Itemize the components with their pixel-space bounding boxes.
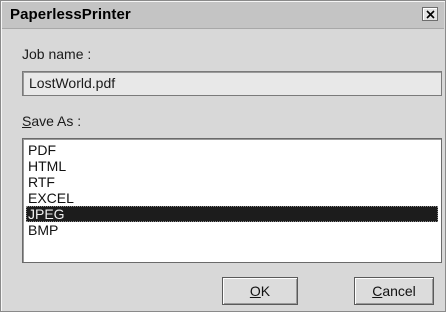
cancel-button[interactable]: Cancel	[354, 277, 434, 305]
close-icon	[426, 10, 435, 19]
close-button[interactable]	[422, 7, 438, 21]
save-as-mnemonic: S	[22, 113, 32, 129]
save-as-label: Save As :	[22, 113, 81, 129]
list-item-jpeg[interactable]: JPEG	[26, 206, 438, 222]
list-item-excel[interactable]: EXCEL	[26, 190, 438, 206]
window-title: PaperlessPrinter	[10, 6, 131, 23]
ok-label-rest: K	[260, 283, 271, 299]
job-name-field: LostWorld.pdf	[22, 71, 442, 96]
title-bar[interactable]: PaperlessPrinter	[2, 2, 444, 29]
save-as-label-rest: ave As :	[31, 113, 82, 129]
list-item-pdf[interactable]: PDF	[26, 142, 438, 158]
list-item-rtf[interactable]: RTF	[26, 174, 438, 190]
ok-mnemonic: O	[249, 283, 261, 299]
list-item-html[interactable]: HTML	[26, 158, 438, 174]
cancel-mnemonic: C	[372, 283, 383, 299]
job-name-label: Job name :	[22, 46, 92, 62]
ok-button[interactable]: OK	[222, 277, 298, 305]
cancel-label-rest: ancel	[382, 283, 416, 299]
save-as-listbox[interactable]: PDF HTML RTF EXCEL JPEG BMP	[22, 138, 442, 263]
dialog-window: PaperlessPrinter Job name : LostWorld.pd…	[0, 0, 446, 312]
list-item-bmp[interactable]: BMP	[26, 222, 438, 238]
